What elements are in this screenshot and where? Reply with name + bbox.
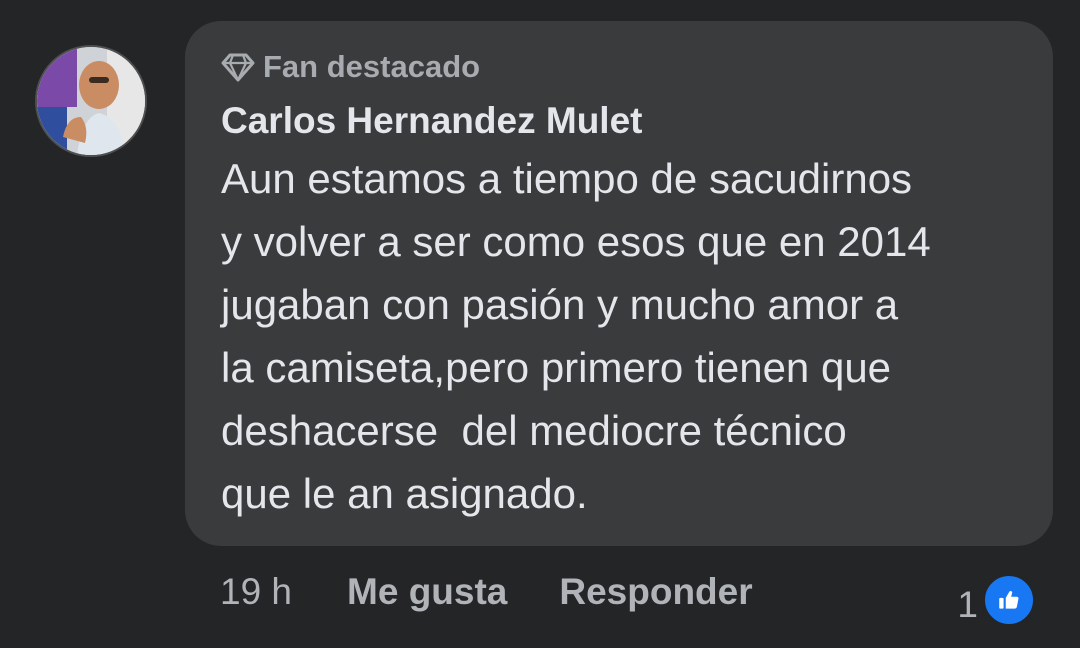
reaction-count: 1 xyxy=(957,584,978,625)
reply-button[interactable]: Responder xyxy=(559,571,752,613)
comment-thread: Fan destacado Carlos Hernandez Mulet Aun… xyxy=(0,0,1080,648)
avatar[interactable] xyxy=(35,45,147,157)
author-name[interactable]: Carlos Hernandez Mulet xyxy=(221,99,1023,143)
reaction-summary[interactable]: 1 xyxy=(957,572,1036,628)
comment-bubble: Fan destacado Carlos Hernandez Mulet Aun… xyxy=(185,21,1053,546)
comment-actions: 19 h Me gusta Responder xyxy=(220,566,805,618)
thumbs-up-icon xyxy=(982,573,1036,627)
timestamp[interactable]: 19 h xyxy=(220,571,292,613)
avatar-photo xyxy=(37,47,145,155)
comment-text: Aun estamos a tiempo de sacudirnos y vol… xyxy=(221,155,931,517)
badge-label: Fan destacado xyxy=(263,49,481,84)
top-fan-badge: Fan destacado xyxy=(221,49,1023,85)
diamond-icon xyxy=(221,52,255,82)
like-button[interactable]: Me gusta xyxy=(347,571,507,613)
